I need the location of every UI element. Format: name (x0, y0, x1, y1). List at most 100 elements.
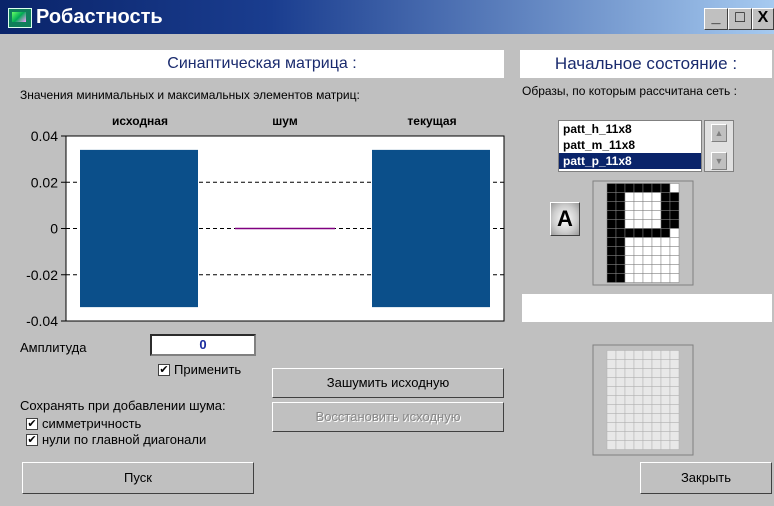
grid-cell (669, 386, 680, 396)
grid-cell (651, 201, 662, 211)
grid-cell (624, 422, 635, 432)
grid-cell (660, 219, 671, 229)
grid-cell (633, 350, 644, 360)
grid-cell (642, 440, 653, 450)
grid-cell (633, 395, 644, 405)
grid-cell (651, 359, 662, 369)
grid-cell (624, 228, 635, 238)
y-tick-label: 0.02 (31, 174, 58, 190)
patterns-listbox[interactable]: patt_h_11x8 patt_m_11x8 patt_p_11x8 (558, 120, 702, 172)
grid-cell (669, 404, 680, 414)
amplitude-label: Амплитуда (20, 340, 87, 355)
grid-cell (642, 404, 653, 414)
grid-cell (633, 422, 644, 432)
grid-cell (660, 431, 671, 441)
grid-cell (624, 431, 635, 441)
grid-cell (615, 395, 626, 405)
grid-cell (669, 255, 680, 265)
close-button[interactable]: Закрыть (640, 462, 772, 494)
grid-cell (615, 237, 626, 247)
grid-cell (651, 431, 662, 441)
grid-cell (606, 192, 617, 202)
grid-cell (669, 246, 680, 256)
grid-cell (660, 255, 671, 265)
grid-cell (606, 183, 617, 193)
grid-cell (633, 246, 644, 256)
grid-cell (615, 413, 626, 423)
grid-cell (606, 219, 617, 229)
grid-cell (651, 183, 662, 193)
grid-cell (660, 228, 671, 238)
grid-cell (660, 210, 671, 220)
grid-cell (651, 237, 662, 247)
window-title: Робастность (36, 6, 163, 28)
diagonal-zeros-label: нули по главной диагонали (42, 432, 207, 447)
current-state-grid (592, 344, 694, 456)
scroll-up-arrow-icon[interactable]: ▲ (711, 124, 727, 142)
grid-cell (642, 183, 653, 193)
start-button[interactable]: Пуск (22, 462, 254, 494)
grid-cell (633, 237, 644, 247)
grid-cell (651, 273, 662, 283)
grid-cell (606, 201, 617, 211)
grid-cell (633, 273, 644, 283)
pattern-item-selected[interactable]: patt_p_11x8 (559, 153, 701, 169)
a-pattern-icon[interactable]: A (550, 202, 580, 236)
grid-cell (615, 183, 626, 193)
data-bar (80, 149, 198, 308)
grid-cell (669, 228, 680, 238)
grid-cell (660, 237, 671, 247)
grid-cell (606, 440, 617, 450)
patterns-scrollbar[interactable]: ▲ ▼ (704, 120, 734, 172)
grid-cell (642, 219, 653, 229)
y-tick-label: 0 (50, 221, 58, 237)
grid-cell (669, 377, 680, 387)
grid-cell (660, 264, 671, 274)
grid-cell (651, 219, 662, 229)
grid-cell (660, 350, 671, 360)
grid-cell (651, 368, 662, 378)
grid-cell (615, 377, 626, 387)
grid-cell (669, 422, 680, 432)
grid-cell (615, 422, 626, 432)
grid-cell (633, 255, 644, 265)
grid-cell (633, 264, 644, 274)
symmetry-checkbox[interactable]: ✔ (26, 418, 38, 430)
scroll-down-arrow-icon[interactable]: ▼ (711, 152, 727, 170)
grid-cell (615, 386, 626, 396)
grid-cell (660, 404, 671, 414)
grid-cell (633, 368, 644, 378)
grid-cell (651, 386, 662, 396)
grid-cell (606, 273, 617, 283)
grid-cell (651, 264, 662, 274)
minimize-button[interactable]: _ (704, 8, 728, 30)
maximize-button[interactable]: □ (728, 8, 752, 30)
grid-cell (651, 413, 662, 423)
grid-cell (606, 359, 617, 369)
grid-cell (615, 192, 626, 202)
apply-checkbox[interactable]: ✔ (158, 364, 170, 376)
grid-cell (606, 422, 617, 432)
grid-cell (624, 273, 635, 283)
grid-cell (633, 404, 644, 414)
pattern-item[interactable]: patt_h_11x8 (559, 121, 701, 137)
grid-cell (615, 440, 626, 450)
grid-cell (669, 264, 680, 274)
noise-source-button[interactable]: Зашумить исходную (272, 368, 504, 398)
amplitude-input[interactable]: 0 (150, 334, 256, 356)
grid-cell (669, 413, 680, 423)
grid-cell (615, 359, 626, 369)
diagonal-zeros-checkbox[interactable]: ✔ (26, 434, 38, 446)
y-tick-label: 0.04 (31, 128, 58, 144)
grid-cell (633, 183, 644, 193)
restore-source-button[interactable]: Восстановить исходную (272, 402, 504, 432)
data-bar (372, 149, 490, 308)
grid-cell (651, 210, 662, 220)
grid-cell (669, 359, 680, 369)
pattern-name-field (522, 294, 772, 322)
grid-cell (633, 201, 644, 211)
pattern-p-grid (592, 180, 694, 286)
pattern-item[interactable]: patt_m_11x8 (559, 137, 701, 153)
close-window-button[interactable]: X (752, 8, 774, 30)
grid-cell (624, 395, 635, 405)
